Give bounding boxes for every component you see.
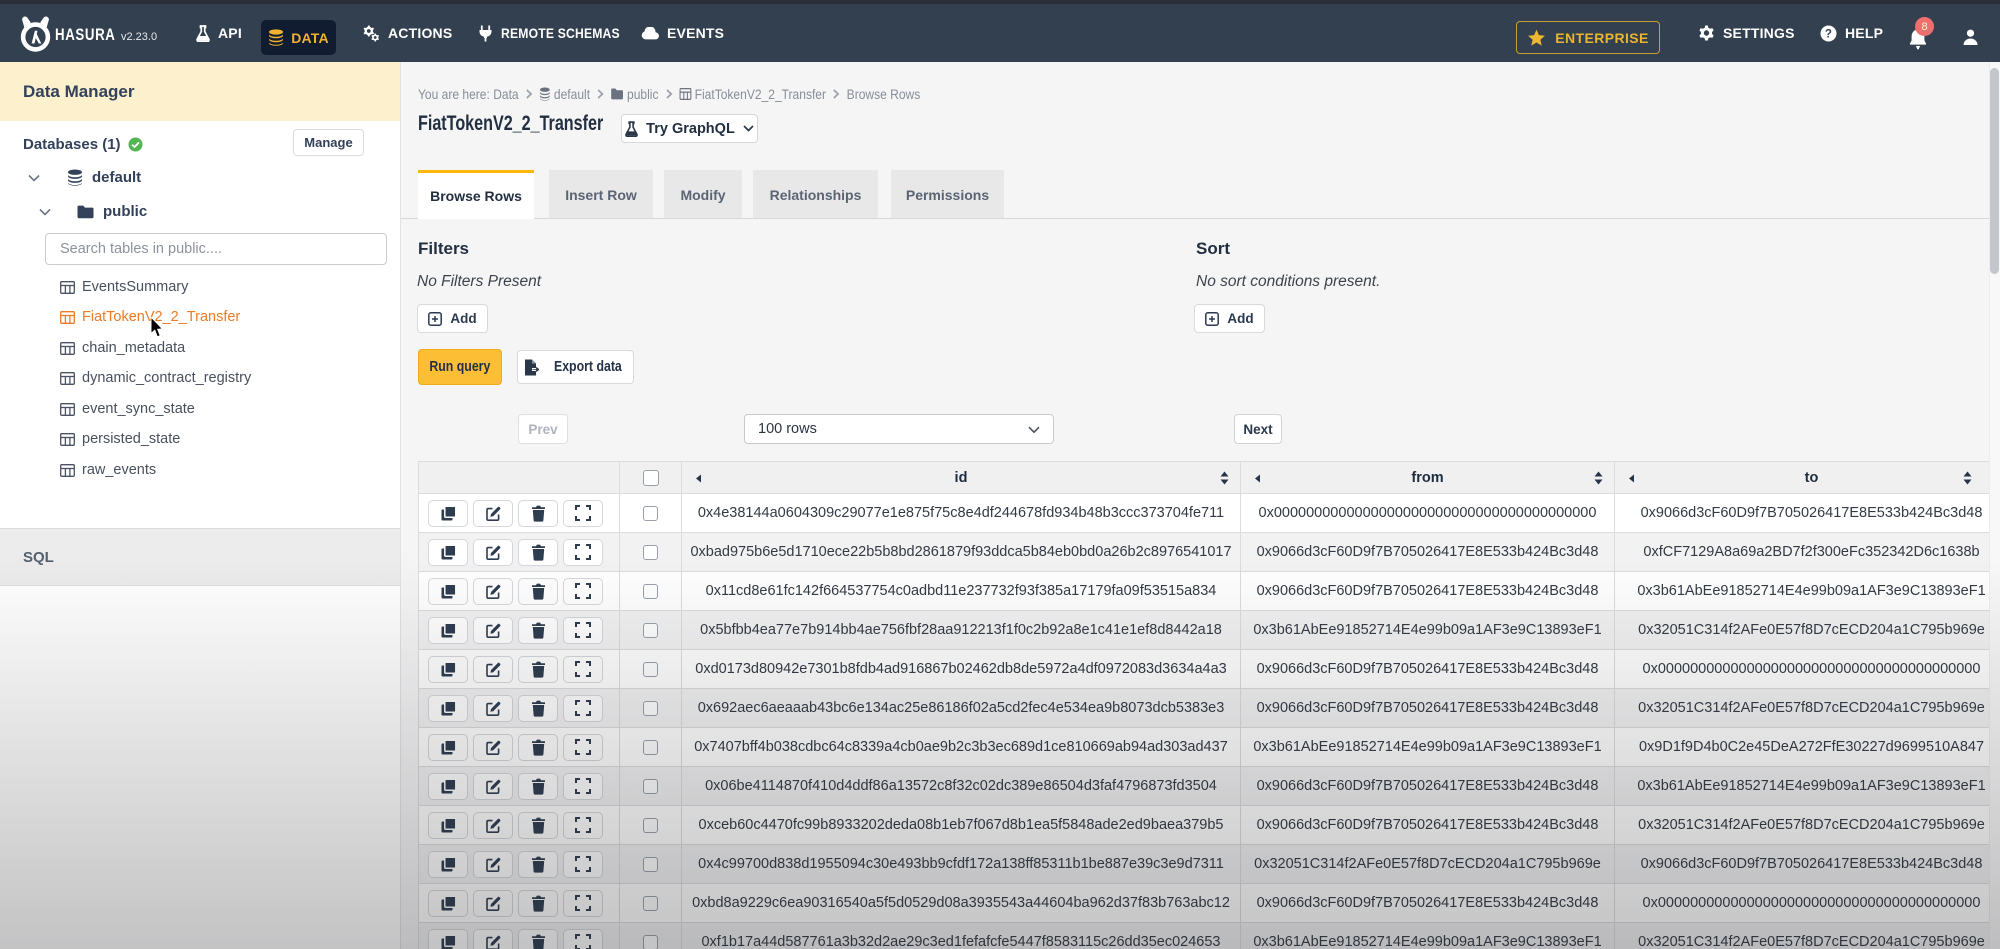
svg-text:?: ? bbox=[1825, 28, 1832, 40]
